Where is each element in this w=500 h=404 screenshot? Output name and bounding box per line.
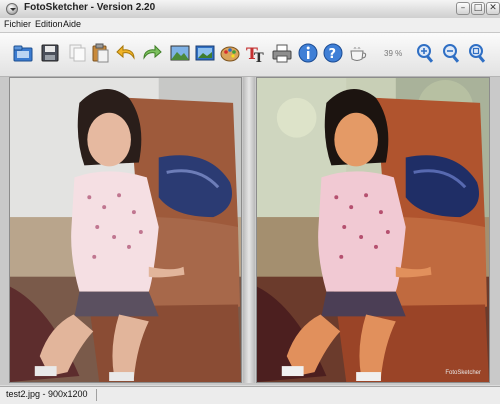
text-tool-icon[interactable]: TT	[245, 42, 267, 64]
svg-text:?: ?	[329, 47, 337, 62]
menu-bar: Fichier Edition Aide	[0, 18, 500, 33]
svg-text:T: T	[254, 51, 264, 64]
printer-icon[interactable]	[271, 42, 293, 64]
zoom-fit-icon[interactable]	[467, 42, 489, 64]
zoom-level: 39 %	[384, 49, 403, 58]
paste-icon[interactable]	[89, 42, 111, 64]
original-photo-panel[interactable]	[9, 77, 242, 383]
status-bar: test2.jpg - 900x1200	[0, 386, 500, 404]
menu-aide[interactable]: Aide	[63, 19, 81, 29]
save-icon[interactable]	[39, 42, 61, 64]
help-icon[interactable]: ?	[322, 42, 344, 64]
close-button[interactable]: ✕	[486, 2, 500, 15]
sketch-photo-panel[interactable]: FotoSketcher	[256, 77, 490, 383]
sketch-image-icon[interactable]	[194, 42, 216, 64]
app-icon[interactable]	[6, 3, 18, 15]
title-bar: FotoSketcher - Version 2.20 – □ ✕	[0, 0, 500, 19]
palette-icon[interactable]	[219, 42, 241, 64]
panel-splitter[interactable]	[243, 77, 255, 383]
open-folder-icon[interactable]	[12, 42, 34, 64]
copy-icon[interactable]	[66, 42, 88, 64]
maximize-button[interactable]: □	[471, 2, 485, 15]
menu-edition[interactable]: Edition	[35, 19, 63, 29]
toolbar: TT ? 39 %	[0, 33, 500, 77]
info-icon[interactable]	[297, 42, 319, 64]
zoom-out-icon[interactable]	[441, 42, 463, 64]
watermark-credit: FotoSketcher	[445, 370, 481, 376]
status-file-info: test2.jpg - 900x1200	[6, 389, 88, 399]
sketch-photo	[257, 78, 489, 382]
undo-icon[interactable]	[116, 42, 138, 64]
coffee-cup-icon[interactable]	[347, 42, 369, 64]
zoom-in-icon[interactable]	[415, 42, 437, 64]
minimize-button[interactable]: –	[456, 2, 470, 15]
status-separator	[96, 389, 97, 401]
menu-fichier[interactable]: Fichier	[4, 19, 31, 29]
window-title: FotoSketcher - Version 2.20	[24, 2, 156, 13]
original-image-icon[interactable]	[169, 42, 191, 64]
workspace: FotoSketcher	[0, 77, 500, 385]
original-photo	[10, 78, 241, 382]
redo-icon[interactable]	[140, 42, 162, 64]
